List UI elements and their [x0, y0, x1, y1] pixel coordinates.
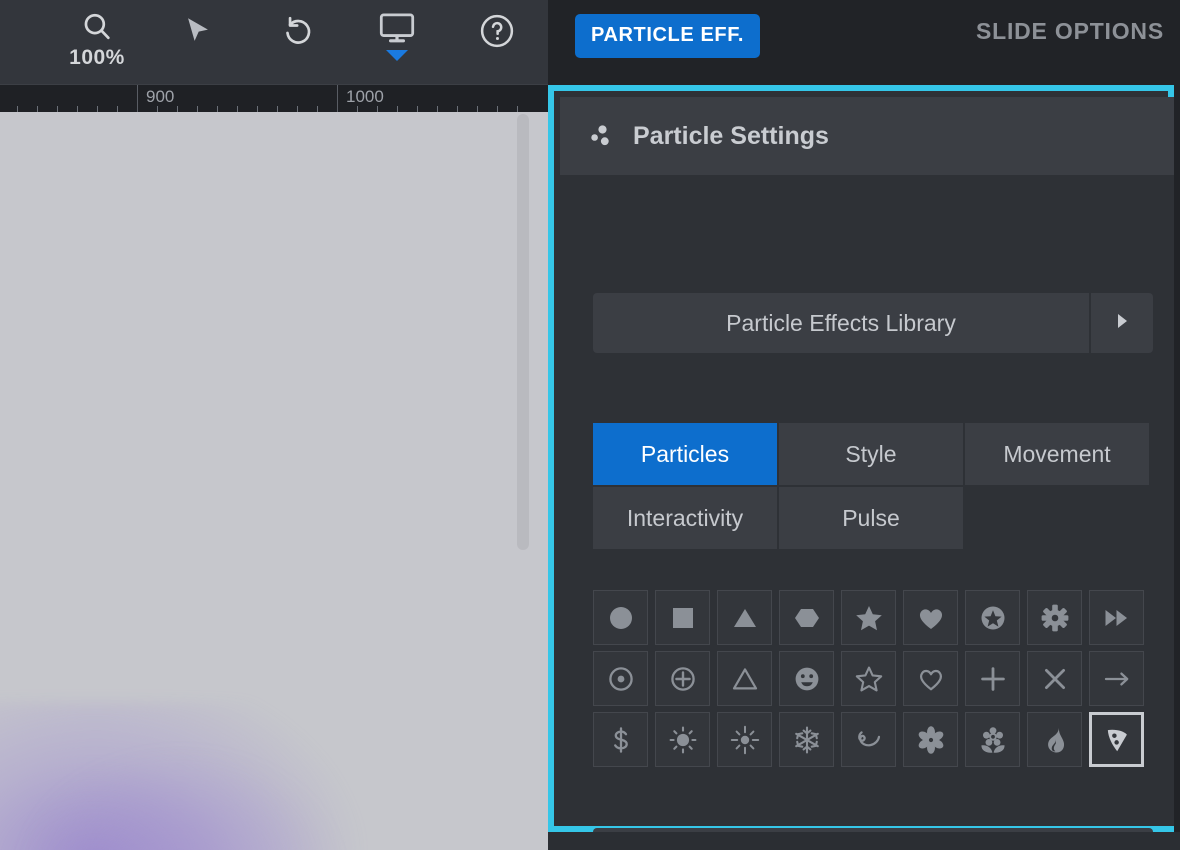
question-circle-icon [478, 12, 516, 50]
shape-triangle-filled[interactable] [717, 590, 772, 645]
flower-six-petal-icon [916, 725, 946, 755]
select-tool[interactable] [168, 0, 228, 84]
flame-icon [1040, 725, 1070, 755]
shape-plus[interactable] [965, 651, 1020, 706]
slide-canvas[interactable] [0, 112, 548, 850]
shape-star-filled[interactable] [841, 590, 896, 645]
monitor-icon [378, 12, 416, 44]
heart-outline-icon [916, 664, 946, 694]
chevron-right-icon [1114, 311, 1130, 336]
squiggle-icon [854, 725, 884, 755]
tab-style[interactable]: Style [779, 423, 963, 485]
star-outline-icon [854, 664, 884, 694]
editor-area: 100% 900 1000 [0, 0, 548, 850]
particles-dots-icon [589, 123, 615, 149]
shape-fast-forward[interactable] [1089, 590, 1144, 645]
particle-settings-panel: Particle Settings Particle Effects Libra… [548, 85, 1174, 850]
canvas-glow-secondary [20, 752, 340, 850]
shape-dollar-sign[interactable] [593, 712, 648, 767]
shape-circle-dot[interactable] [593, 651, 648, 706]
help-tool[interactable] [468, 0, 526, 84]
canvas-vertical-scrollbar[interactable] [517, 114, 529, 550]
tab-movement[interactable]: Movement [965, 423, 1149, 485]
display-tool[interactable] [366, 0, 428, 84]
circle-plus-icon [668, 664, 698, 694]
tab-placeholder [965, 487, 1149, 549]
arrow-right-icon [1102, 664, 1132, 694]
undo-icon [281, 14, 315, 48]
dollar-sign-icon [606, 725, 636, 755]
tulip-flower-icon [978, 725, 1008, 755]
sparkle-burst-icon [730, 725, 760, 755]
magnifier-icon [80, 10, 114, 44]
panel-body: Particle Effects Library Particles Style… [560, 175, 1174, 850]
sun-icon [668, 725, 698, 755]
zoom-level-label: 100% [69, 46, 125, 69]
circle-dot-icon [606, 664, 636, 694]
shape-star-outline[interactable] [841, 651, 896, 706]
shape-sparkle-burst[interactable] [717, 712, 772, 767]
shape-sun[interactable] [655, 712, 710, 767]
panel-header: Particle Settings [560, 97, 1174, 175]
panel-topbar: PARTICLE EFF. SLIDE OPTIONS [548, 0, 1180, 84]
ruler-label-900: 900 [146, 87, 175, 106]
settings-tabs: Particles Style Movement Interactivity P… [593, 423, 1161, 551]
tab-pulse[interactable]: Pulse [779, 487, 963, 549]
slide-options-label[interactable]: SLIDE OPTIONS [976, 18, 1164, 45]
shape-square-filled[interactable] [655, 590, 710, 645]
horizontal-ruler[interactable]: 900 1000 [0, 84, 548, 113]
smiley-face-icon [792, 664, 822, 694]
shape-circle-filled[interactable] [593, 590, 648, 645]
star-in-circle-icon [978, 603, 1008, 633]
cross-x-icon [1040, 664, 1070, 694]
triangle-outline-icon [730, 664, 760, 694]
particle-shape-grid [593, 590, 1159, 773]
particle-eff-badge[interactable]: PARTICLE EFF. [575, 14, 760, 58]
shape-smiley[interactable] [779, 651, 834, 706]
fast-forward-icon [1102, 603, 1132, 633]
hexagon-filled-icon [792, 603, 822, 633]
library-next-button[interactable] [1091, 293, 1153, 353]
triangle-filled-icon [730, 603, 760, 633]
chevron-down-icon[interactable] [384, 48, 410, 62]
shape-triangle-outline[interactable] [717, 651, 772, 706]
shape-heart-outline[interactable] [903, 651, 958, 706]
shape-squiggle[interactable] [841, 712, 896, 767]
shape-circle-plus[interactable] [655, 651, 710, 706]
square-filled-icon [668, 603, 698, 633]
shape-flower-six-petal[interactable] [903, 712, 958, 767]
editor-toolbar: 100% [0, 0, 548, 84]
star-filled-icon [854, 603, 884, 633]
shape-pizza-slice[interactable] [1089, 712, 1144, 767]
heart-filled-icon [916, 603, 946, 633]
shape-heart-filled[interactable] [903, 590, 958, 645]
shape-tulip-flower[interactable] [965, 712, 1020, 767]
shape-snowflake[interactable] [779, 712, 834, 767]
panel-bottom-strip [548, 832, 1180, 850]
pizza-slice-icon [1103, 726, 1131, 754]
right-column: PARTICLE EFF. SLIDE OPTIONS Particle Set… [548, 0, 1180, 850]
shape-arrow-right[interactable] [1089, 651, 1144, 706]
undo-tool[interactable] [268, 0, 328, 84]
shape-gear[interactable] [1027, 590, 1082, 645]
snowflake-icon [792, 725, 822, 755]
ruler-label-1000: 1000 [346, 87, 384, 106]
particle-effects-library-button[interactable]: Particle Effects Library [593, 293, 1089, 353]
tab-interactivity[interactable]: Interactivity [593, 487, 777, 549]
circle-filled-icon [606, 603, 636, 633]
shape-cross-x[interactable] [1027, 651, 1082, 706]
gear-icon [1040, 603, 1070, 633]
shape-flame[interactable] [1027, 712, 1082, 767]
plus-icon [978, 664, 1008, 694]
shape-star-in-circle[interactable] [965, 590, 1020, 645]
cursor-arrow-icon [181, 14, 215, 48]
panel-title: Particle Settings [633, 121, 829, 150]
particle-effects-library-row[interactable]: Particle Effects Library [593, 293, 1153, 353]
zoom-tool[interactable]: 100% [58, 0, 136, 84]
shape-hexagon-filled[interactable] [779, 590, 834, 645]
tab-particles[interactable]: Particles [593, 423, 777, 485]
